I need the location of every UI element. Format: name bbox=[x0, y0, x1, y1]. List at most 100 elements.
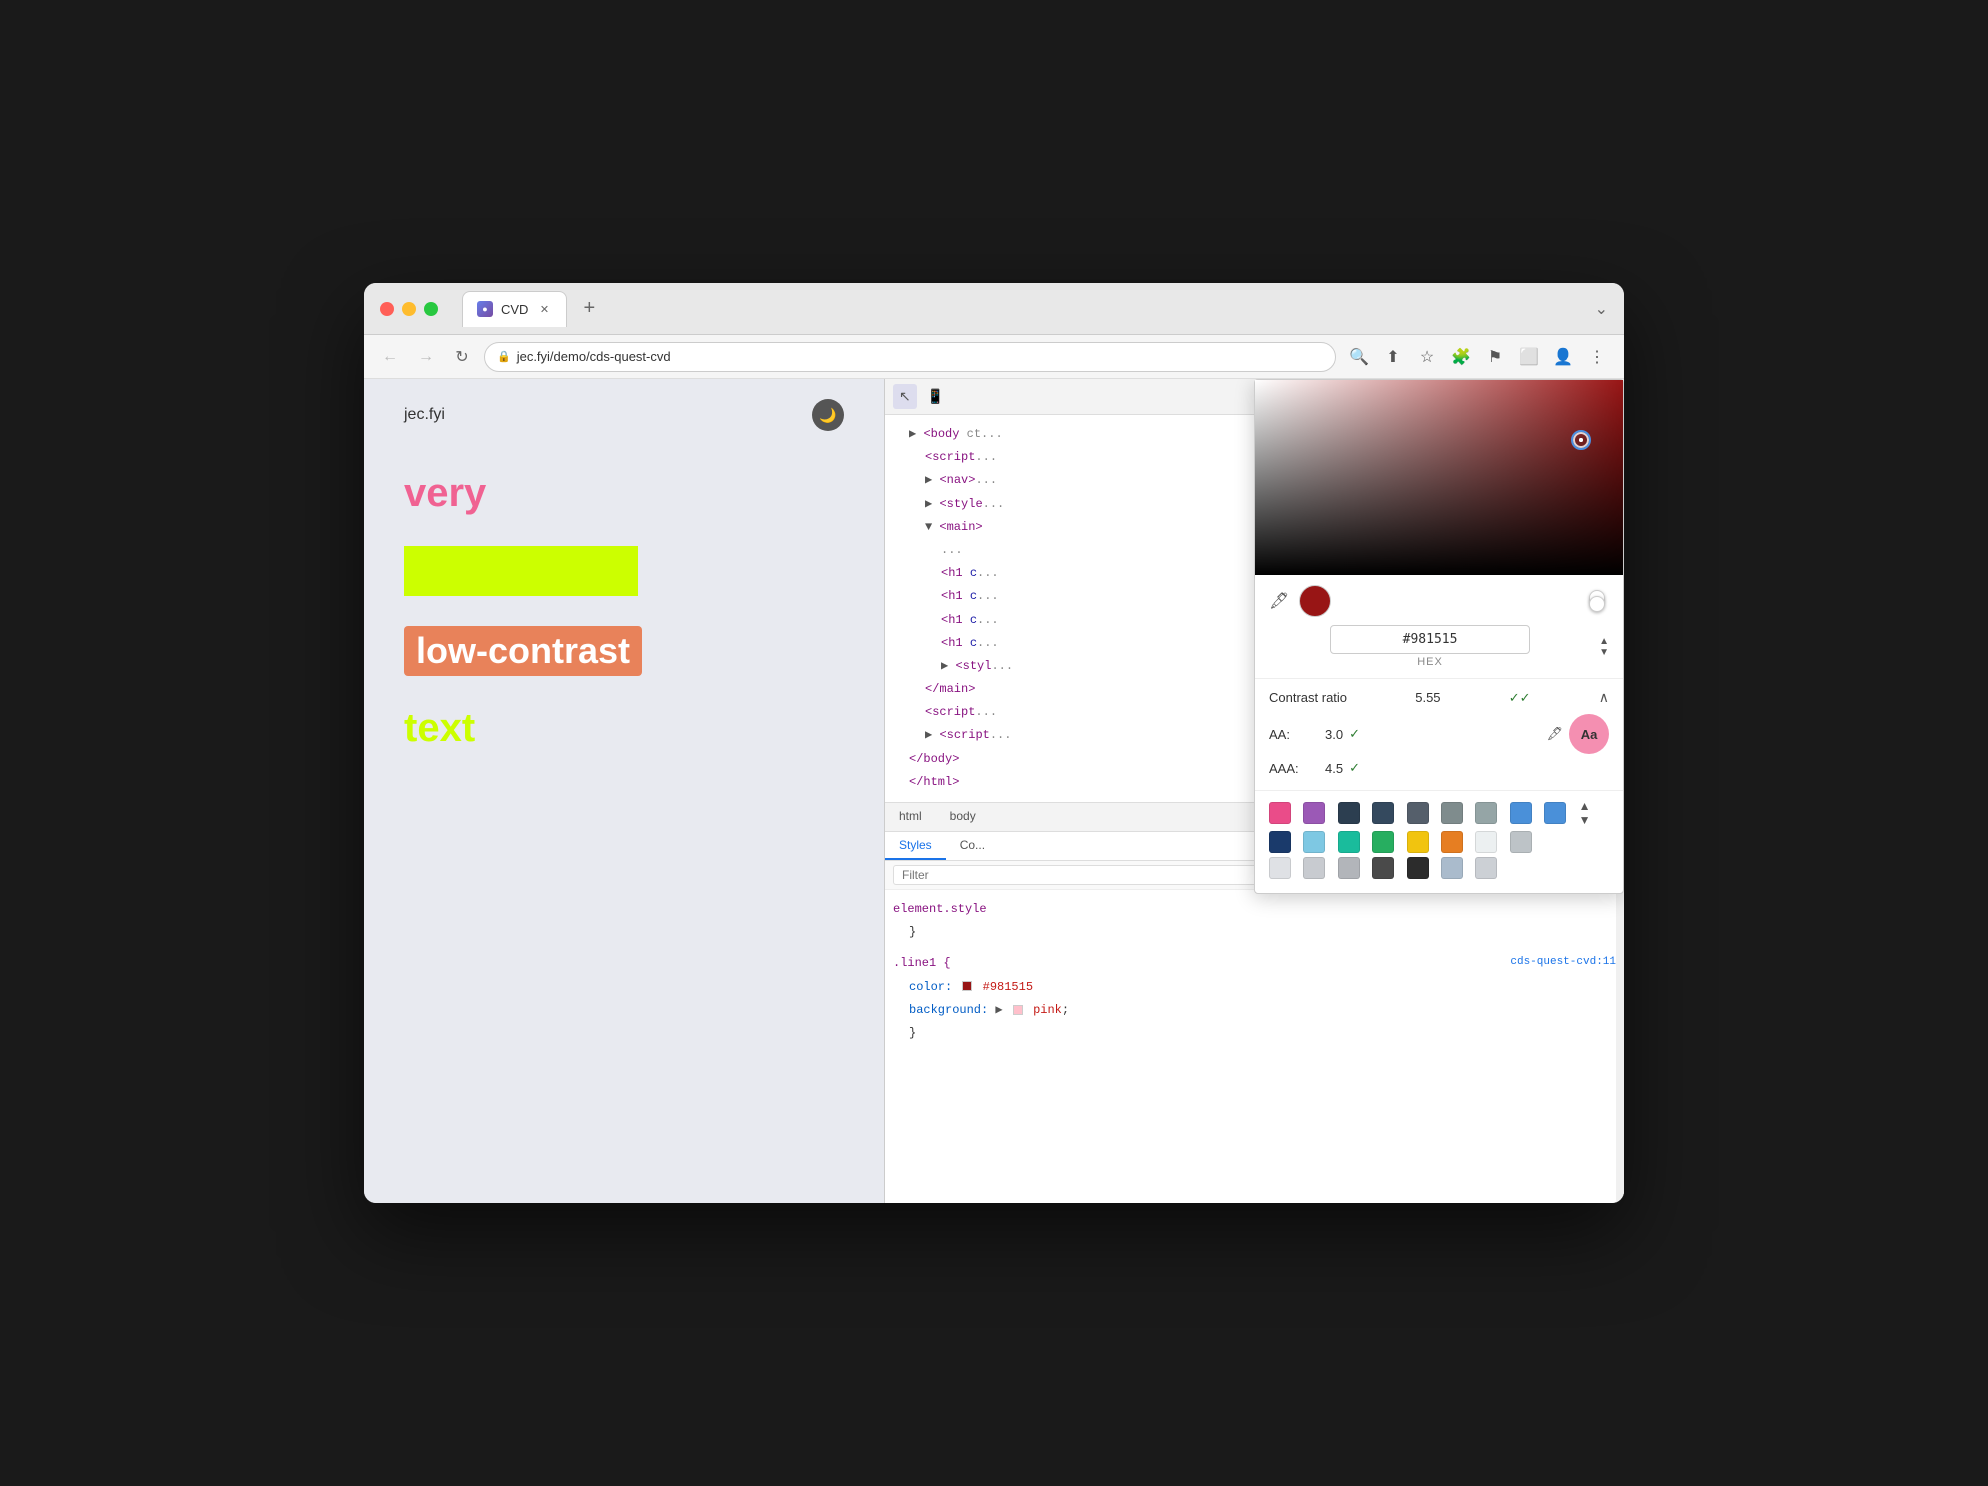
cp-aa-aaa-rows: AA: 3.0 ✓ 🖋 Aa AAA: 4.5 ✓ bbox=[1269, 714, 1609, 780]
swatch-dark-blue[interactable] bbox=[1338, 802, 1360, 824]
menu-button[interactable]: ⋮ bbox=[1582, 342, 1612, 372]
swatch-light-blue2[interactable] bbox=[1441, 857, 1463, 879]
cp-hex-input[interactable]: #981515 bbox=[1330, 625, 1530, 654]
css-background-prop: background: ▶ pink; bbox=[893, 999, 1616, 1022]
swatch-teal[interactable] bbox=[1338, 831, 1360, 853]
cp-hex-section: #981515 HEX bbox=[1269, 625, 1591, 668]
nav-bar: ← → ↻ 🔒 jec.fyi/demo/cds-quest-cvd 🔍 ⬆ ☆… bbox=[364, 335, 1624, 379]
cp-contrast-collapse[interactable]: ∧ bbox=[1599, 689, 1609, 706]
swatch-near-black[interactable] bbox=[1407, 857, 1429, 879]
swatch-scroll-arrows[interactable]: ▲ ▼ bbox=[1579, 799, 1609, 827]
demo-text-low-contrast: low-contrast bbox=[404, 626, 642, 676]
swatch-slate[interactable] bbox=[1372, 802, 1394, 824]
css-closing: } bbox=[893, 921, 1616, 944]
maximize-window-button[interactable] bbox=[424, 302, 438, 316]
bookmark-button[interactable]: ☆ bbox=[1412, 342, 1442, 372]
tab-bar: ● CVD ✕ + ⌄ bbox=[462, 291, 1608, 327]
site-header: jec.fyi 🌙 bbox=[404, 399, 844, 431]
color-cursor[interactable] bbox=[1571, 430, 1591, 450]
swatch-green[interactable] bbox=[1372, 831, 1394, 853]
demo-text-text: text bbox=[404, 706, 475, 751]
browser-tab-cvd[interactable]: ● CVD ✕ bbox=[462, 291, 567, 327]
css-source-ref[interactable]: cds-quest-cvd:11 bbox=[1510, 954, 1616, 972]
swatch-purple[interactable] bbox=[1303, 802, 1325, 824]
cp-contrast-check: ✓✓ bbox=[1509, 690, 1531, 706]
swatch-light-blue[interactable] bbox=[1303, 831, 1325, 853]
cp-swatch bbox=[1299, 585, 1331, 617]
tab-title: CVD bbox=[501, 302, 528, 317]
cp-alpha-thumb[interactable] bbox=[1589, 596, 1605, 612]
title-bar: ● CVD ✕ + ⌄ bbox=[364, 283, 1624, 335]
sidebar-toggle[interactable]: ⬜ bbox=[1514, 342, 1544, 372]
swatch-pink[interactable] bbox=[1269, 802, 1291, 824]
swatch-charcoal[interactable] bbox=[1372, 857, 1394, 879]
demo-text-items: very inaccessible low-contrast text bbox=[404, 461, 642, 761]
swatch-yellow[interactable] bbox=[1407, 831, 1429, 853]
swatch-grid-2 bbox=[1269, 831, 1609, 853]
device-toggle-button[interactable]: 📱 bbox=[921, 384, 950, 409]
cp-aa-value: 3.0 bbox=[1325, 727, 1343, 742]
cp-hex-arrows[interactable]: ▲ ▼ bbox=[1599, 636, 1609, 658]
tab-body[interactable]: body bbox=[936, 803, 990, 831]
cp-hex-label: HEX bbox=[1417, 656, 1443, 668]
new-tab-button[interactable]: + bbox=[575, 293, 603, 324]
flag-button[interactable]: ⚑ bbox=[1480, 342, 1510, 372]
traffic-lights bbox=[380, 302, 438, 316]
color-gradient[interactable] bbox=[1255, 380, 1623, 575]
content-area: jec.fyi 🌙 very inaccessible low-contrast… bbox=[364, 379, 1624, 1203]
tab-list-icon[interactable]: ⌄ bbox=[1595, 299, 1608, 319]
cp-contrast-header: Contrast ratio 5.55 ✓✓ ∧ bbox=[1269, 689, 1609, 706]
refresh-button[interactable]: ↻ bbox=[448, 343, 476, 371]
tab-styles[interactable]: Styles bbox=[885, 832, 946, 860]
swatch-gray-light[interactable] bbox=[1475, 802, 1497, 824]
profile-button[interactable]: 👤 bbox=[1548, 342, 1578, 372]
close-window-button[interactable] bbox=[380, 302, 394, 316]
forward-button[interactable]: → bbox=[412, 343, 440, 371]
secure-icon: 🔒 bbox=[497, 350, 511, 363]
demo-text-inaccessible: inaccessible bbox=[404, 546, 638, 596]
share-button[interactable]: ⬆ bbox=[1378, 342, 1408, 372]
swatch-blue[interactable] bbox=[1510, 802, 1532, 824]
cp-aa-eyedropper[interactable]: 🖋 bbox=[1546, 726, 1563, 742]
dark-mode-toggle[interactable]: 🌙 bbox=[812, 399, 844, 431]
cp-sliders bbox=[1341, 598, 1609, 604]
swatch-light-gray4[interactable] bbox=[1475, 857, 1497, 879]
tab-html[interactable]: html bbox=[885, 803, 936, 831]
swatch-blue2[interactable] bbox=[1544, 802, 1566, 824]
devtools-panel: ↖ 📱 ⚙ ⋮ ✕ ▶ <body ct... <script... ▶ <na… bbox=[884, 379, 1624, 1203]
swatch-light-gray3[interactable] bbox=[1338, 857, 1360, 879]
minimize-window-button[interactable] bbox=[402, 302, 416, 316]
cp-aa-label: AA: bbox=[1269, 727, 1319, 742]
css-color-prop: color: #981515 bbox=[893, 976, 1616, 999]
swatch-off-white[interactable] bbox=[1475, 831, 1497, 853]
back-button[interactable]: ← bbox=[376, 343, 404, 371]
element-picker-button[interactable]: ↖ bbox=[893, 384, 917, 409]
cp-aa-row: AA: 3.0 ✓ 🖋 Aa bbox=[1269, 714, 1609, 754]
swatch-light-gray1[interactable] bbox=[1269, 857, 1291, 879]
swatch-orange[interactable] bbox=[1441, 831, 1463, 853]
cp-aaa-value: 4.5 bbox=[1325, 761, 1343, 776]
css-closing-brace: } bbox=[893, 1022, 1616, 1045]
cp-aaa-check: ✓ bbox=[1349, 760, 1360, 776]
swatch-navy[interactable] bbox=[1269, 831, 1291, 853]
cp-hex-row-wrap: #981515 HEX ▲ ▼ bbox=[1269, 625, 1609, 668]
address-bar[interactable]: 🔒 jec.fyi/demo/cds-quest-cvd bbox=[484, 342, 1336, 372]
extension-button[interactable]: 🧩 bbox=[1446, 342, 1476, 372]
tab-favicon-icon: ● bbox=[477, 301, 493, 317]
cp-aaa-label: AAA: bbox=[1269, 761, 1319, 776]
search-button[interactable]: 🔍 bbox=[1344, 342, 1374, 372]
tab-close-button[interactable]: ✕ bbox=[536, 301, 552, 317]
tab-computed[interactable]: Co... bbox=[946, 832, 999, 860]
swatch-light-gray2[interactable] bbox=[1303, 857, 1325, 879]
eyedropper-button[interactable]: 🖋 bbox=[1269, 591, 1289, 611]
cp-contrast-section: Contrast ratio 5.55 ✓✓ ∧ AA: 3.0 ✓ 🖋 Aa bbox=[1255, 678, 1623, 790]
color-picker-panel: 🖋 #98 bbox=[1254, 379, 1624, 894]
cp-preview-text: Aa bbox=[1581, 727, 1598, 742]
cp-row1: 🖋 bbox=[1269, 585, 1609, 617]
swatch-gray-dark[interactable] bbox=[1407, 802, 1429, 824]
swatch-gray-mid[interactable] bbox=[1441, 802, 1463, 824]
cp-swatches: ▲ ▼ bbox=[1255, 790, 1623, 893]
swatch-silver[interactable] bbox=[1510, 831, 1532, 853]
demo-text-very: very bbox=[404, 471, 486, 516]
swatch-grid-1: ▲ ▼ bbox=[1269, 799, 1609, 827]
